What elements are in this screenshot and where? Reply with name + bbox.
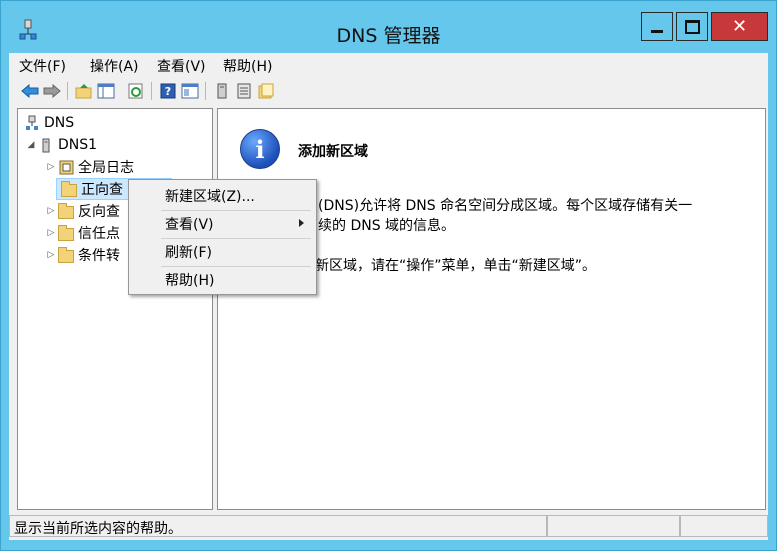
collapse-arrow-icon[interactable]: ◢ (26, 140, 36, 150)
menu-action[interactable]: 操作(A) (90, 56, 139, 76)
ctx-item-label: 新建区域(Z)... (165, 189, 255, 205)
tree-item-label: DNS1 (58, 137, 98, 153)
menu-view[interactable]: 查看(V) (157, 56, 206, 76)
tree-item-conditional-forwarders[interactable]: ▷ 条件转 (46, 245, 120, 265)
toolbar-separator (67, 82, 68, 100)
tree-item-reverse-lookup[interactable]: ▷ 反向查 (46, 201, 120, 221)
list-icon[interactable] (235, 82, 253, 100)
folder-icon (58, 246, 74, 263)
dns-manager-window: DNS 管理器 ✕ 文件(F) 操作(A) 查看(V) 帮助(H) ? DNS … (0, 0, 777, 551)
tree-item-dns-root[interactable]: DNS (22, 113, 74, 133)
ctx-new-zone[interactable]: 新建区域(Z)... (131, 184, 314, 208)
close-button[interactable]: ✕ (711, 12, 768, 41)
tree-item-label: 全局日志 (78, 160, 134, 176)
expand-arrow-icon[interactable]: ▷ (46, 206, 56, 216)
detail-heading: 添加新区域 (298, 144, 368, 160)
server-icon[interactable] (213, 82, 231, 100)
expand-arrow-icon[interactable]: ▷ (46, 162, 56, 172)
ctx-separator (161, 238, 311, 239)
folder-icon (58, 224, 74, 241)
tree-item-label: DNS (44, 115, 75, 131)
tree-item-label: 正向查 (81, 182, 123, 198)
tree-item-dns1[interactable]: ◢ DNS1 (26, 135, 98, 155)
zone-icon[interactable] (257, 82, 275, 100)
back-arrow-icon[interactable] (21, 82, 39, 100)
toolbar: ? (9, 78, 768, 106)
ctx-separator (161, 210, 311, 211)
toolbar-separator (205, 82, 206, 100)
main-content: DNS ◢ DNS1 ▷ 全局日志 正向查 ▷ 反向查 ▷ 信任点 ▷ 条件转 … (9, 105, 768, 513)
detail-text-line3: 新区域，请在“操作”菜单，单击“新建区域”。 (315, 258, 597, 274)
tree-item-global-logs[interactable]: ▷ 全局日志 (46, 157, 134, 177)
detail-pane: i 添加新区域 (DNS)允许将 DNS 命名空间分成区域。每个区域存储有关一 … (217, 108, 766, 510)
svg-text:?: ? (165, 85, 171, 98)
refresh-icon[interactable] (127, 82, 145, 100)
console-tree[interactable]: DNS ◢ DNS1 ▷ 全局日志 正向查 ▷ 反向查 ▷ 信任点 ▷ 条件转 (17, 108, 213, 510)
log-icon (58, 159, 74, 175)
show-hide-console-tree-icon[interactable] (97, 82, 115, 100)
tree-item-label: 信任点 (78, 226, 120, 242)
up-folder-icon[interactable] (75, 82, 93, 100)
ctx-help[interactable]: 帮助(H) (131, 268, 314, 292)
close-icon: ✕ (731, 16, 748, 37)
detail-text-line1: (DNS)允许将 DNS 命名空间分成区域。每个区域存储有关一 (318, 198, 693, 214)
ctx-view[interactable]: 查看(V) (131, 212, 314, 236)
expand-arrow-icon[interactable]: ▷ (46, 250, 56, 260)
tree-item-label: 条件转 (78, 248, 120, 264)
tree-item-trust-points[interactable]: ▷ 信任点 (46, 223, 120, 243)
status-cell-3 (680, 515, 768, 537)
status-text: 显示当前所选内容的帮助。 (14, 521, 182, 537)
submenu-arrow-icon (299, 219, 304, 227)
status-cell-main: 显示当前所选内容的帮助。 (9, 515, 547, 537)
detail-text-line2: 续的 DNS 域的信息。 (318, 218, 456, 234)
ctx-refresh[interactable]: 刷新(F) (131, 240, 314, 264)
menu-bar: 文件(F) 操作(A) 查看(V) 帮助(H) (9, 53, 768, 79)
context-menu: 新建区域(Z)... 查看(V) 刷新(F) 帮助(H) (128, 179, 317, 295)
ctx-item-label: 查看(V) (165, 217, 214, 233)
toolbar-separator (151, 82, 152, 100)
server-icon (38, 137, 54, 153)
folder-icon (61, 180, 77, 197)
info-icon: i (240, 129, 280, 169)
ctx-separator (161, 266, 311, 267)
forward-arrow-icon[interactable] (43, 82, 61, 100)
maximize-button[interactable] (676, 12, 708, 41)
ctx-item-label: 帮助(H) (165, 273, 215, 289)
status-cell-2 (547, 515, 680, 537)
menu-help[interactable]: 帮助(H) (223, 56, 272, 76)
minimize-button[interactable] (641, 12, 673, 41)
help-icon[interactable]: ? (159, 82, 177, 100)
status-bar: 显示当前所选内容的帮助。 (9, 513, 768, 540)
properties-icon[interactable] (181, 82, 199, 100)
tree-item-label: 反向查 (78, 204, 120, 220)
dns-root-icon (24, 115, 40, 131)
expand-arrow-icon[interactable]: ▷ (46, 228, 56, 238)
folder-icon (58, 202, 74, 219)
title-bar[interactable]: DNS 管理器 ✕ (1, 1, 776, 53)
ctx-item-label: 刷新(F) (165, 245, 212, 261)
menu-file[interactable]: 文件(F) (19, 56, 66, 76)
